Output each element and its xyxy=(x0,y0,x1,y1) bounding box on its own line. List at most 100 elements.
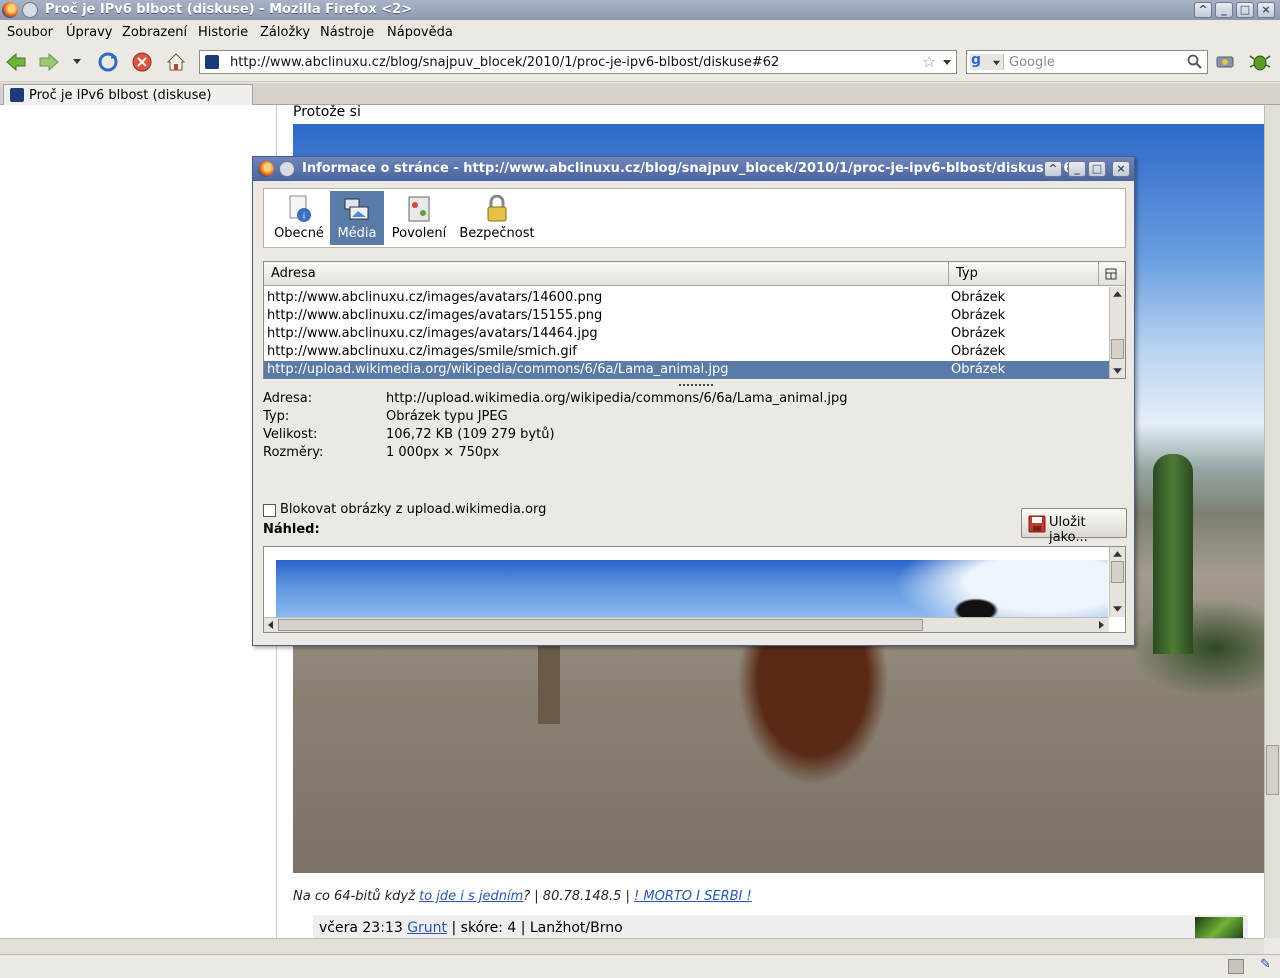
forward-icon[interactable] xyxy=(38,51,60,73)
permissions-icon xyxy=(408,196,430,222)
lock-icon xyxy=(487,195,507,222)
preview-horizontal-scrollbar[interactable] xyxy=(264,617,1109,632)
scroll-down-icon[interactable] xyxy=(1112,365,1123,376)
history-dropdown-icon[interactable] xyxy=(70,54,84,68)
author-link[interactable]: Grunt xyxy=(407,920,447,936)
tab-bezpecnost-label: Bezpečnost xyxy=(459,226,535,241)
home-icon[interactable] xyxy=(165,51,187,73)
column-address[interactable]: Adresa xyxy=(271,266,316,281)
search-engine-selector[interactable]: g xyxy=(970,52,1004,70)
dialog-shade-button[interactable]: ^ xyxy=(1044,161,1062,177)
block-images-checkbox[interactable] xyxy=(263,504,276,517)
firefox-icon[interactable] xyxy=(2,2,18,18)
preview-vertical-scrollbar[interactable] xyxy=(1109,547,1125,617)
address-value: http://upload.wikimedia.org/wikipedia/co… xyxy=(386,391,848,406)
scrollbar-thumb[interactable] xyxy=(278,619,923,631)
block-images-label[interactable]: Blokovat obrázky z upload.wikimedia.org xyxy=(280,502,546,517)
back-icon[interactable] xyxy=(5,51,27,73)
preview-label: Náhled: xyxy=(263,522,320,537)
status-bar: ✎ xyxy=(0,954,1280,978)
size-label: Velikost: xyxy=(263,427,318,442)
scrollbar-thumb[interactable] xyxy=(1111,339,1124,359)
address-label: Adresa: xyxy=(263,391,313,406)
scrollbar-thumb[interactable] xyxy=(1266,745,1279,795)
bug-icon[interactable] xyxy=(1249,51,1271,73)
menu-zalozky[interactable]: Záložky xyxy=(260,25,310,40)
google-icon: g xyxy=(971,52,982,68)
search-input[interactable]: Google xyxy=(1009,55,1055,70)
scroll-down-icon[interactable] xyxy=(1112,603,1123,614)
table-row[interactable]: http://www.abclinuxu.cz/images/avatars/1… xyxy=(264,289,1109,307)
cactus xyxy=(1153,454,1193,654)
info-tabs: i Obecné Média Povolení Bezpečnost xyxy=(263,188,1126,248)
dialog-pin-icon[interactable] xyxy=(279,161,295,177)
column-type[interactable]: Typ xyxy=(956,266,978,281)
comment-link[interactable]: to jde i s jedním xyxy=(419,889,523,904)
save-as-label: Uložit jako... xyxy=(1049,515,1088,545)
maximize-button[interactable]: □ xyxy=(1236,2,1254,18)
menu-historie[interactable]: Historie xyxy=(198,25,248,40)
splitter-grip[interactable] xyxy=(679,384,713,388)
tab-bezpecnost[interactable]: Bezpečnost xyxy=(458,191,536,245)
scroll-right-icon[interactable] xyxy=(1096,620,1106,630)
stop-icon[interactable] xyxy=(131,51,153,73)
addon-icon[interactable] xyxy=(1214,51,1236,73)
preview-llama-head xyxy=(941,592,1011,618)
scroll-up-icon[interactable] xyxy=(1112,289,1123,300)
close-button[interactable]: × xyxy=(1257,2,1275,18)
scrollbar-thumb[interactable] xyxy=(1111,561,1124,583)
tab-label: Proč je IPv6 blbost (diskuse) xyxy=(29,88,212,103)
tab-favicon xyxy=(10,88,24,102)
edit-icon[interactable]: ✎ xyxy=(1260,957,1271,972)
page-vertical-scrollbar[interactable] xyxy=(1264,105,1280,938)
svg-text:i: i xyxy=(303,212,306,222)
minimize-button[interactable]: _ xyxy=(1215,2,1233,18)
tab-media[interactable]: Média xyxy=(330,191,384,245)
tab-povoleni-label: Povolení xyxy=(391,226,447,241)
menu-upravy[interactable]: Úpravy xyxy=(66,25,112,40)
bookmark-star-icon[interactable]: ☆ xyxy=(922,52,936,71)
table-row[interactable]: http://www.abclinuxu.cz/images/smile/smi… xyxy=(264,343,1109,361)
table-row[interactable]: http://www.abclinuxu.cz/images/avatars/1… xyxy=(264,325,1109,343)
dialog-minimize-button[interactable]: _ xyxy=(1068,161,1086,177)
size-value: 106,72 KB (109 279 bytů) xyxy=(386,427,555,442)
list-scrollbar[interactable] xyxy=(1109,287,1125,378)
menu-zobrazeni[interactable]: Zobrazení xyxy=(122,25,187,40)
status-icon[interactable] xyxy=(1228,959,1244,974)
site-favicon xyxy=(205,55,219,69)
scroll-left-icon[interactable] xyxy=(266,620,276,630)
dialog-close-button[interactable]: × xyxy=(1112,161,1130,177)
page-info-dialog: Informace o stránce - http://www.abclinu… xyxy=(252,156,1135,646)
pin-icon[interactable] xyxy=(22,2,38,18)
search-bar[interactable]: g Google xyxy=(966,50,1208,74)
signature-link[interactable]: ! MORTO I SERBI ! xyxy=(634,889,752,904)
column-divider[interactable] xyxy=(1098,262,1099,286)
type-label: Typ: xyxy=(263,409,290,424)
tab-obecne-label: Obecné xyxy=(274,226,324,241)
left-column xyxy=(6,105,277,938)
url-text[interactable]: http://www.abclinuxu.cz/blog/snajpuv_blo… xyxy=(230,55,779,70)
page-horizontal-scrollbar[interactable] xyxy=(0,938,1264,954)
media-list: Adresa Typ http://www.abclinuxu.cz/image… xyxy=(263,261,1126,379)
tab-povoleni[interactable]: Povolení xyxy=(388,191,450,245)
url-bar[interactable]: http://www.abclinuxu.cz/blog/snajpuv_blo… xyxy=(199,50,957,74)
column-picker-icon[interactable] xyxy=(1105,268,1117,280)
menu-soubor[interactable]: Soubor xyxy=(7,25,53,40)
chevron-down-icon xyxy=(992,60,1001,66)
tab-obecne[interactable]: i Obecné xyxy=(268,191,330,245)
menu-napoveda[interactable]: Nápověda xyxy=(387,25,453,40)
table-row[interactable]: http://www.abclinuxu.cz/images/avatars/1… xyxy=(264,307,1109,325)
shade-button[interactable]: ^ xyxy=(1194,2,1212,18)
dialog-firefox-icon[interactable] xyxy=(258,161,274,177)
scroll-up-icon[interactable] xyxy=(1112,549,1123,560)
reload-icon[interactable] xyxy=(97,51,119,73)
menu-nastroje[interactable]: Nástroje xyxy=(320,25,374,40)
search-icon[interactable] xyxy=(1187,54,1203,70)
column-divider[interactable] xyxy=(948,262,949,286)
save-as-button[interactable]: Uložit jako... xyxy=(1021,508,1127,545)
comment-meta: včera 23:13 Grunt | skóre: 4 | Lanžhot/B… xyxy=(313,915,1248,938)
dialog-maximize-button[interactable]: □ xyxy=(1088,161,1106,177)
tab-active[interactable]: Proč je IPv6 blbost (diskuse) xyxy=(3,84,253,106)
table-row-selected[interactable]: http://upload.wikimedia.org/wikipedia/co… xyxy=(264,361,1109,379)
url-dropdown-icon[interactable] xyxy=(942,57,952,67)
